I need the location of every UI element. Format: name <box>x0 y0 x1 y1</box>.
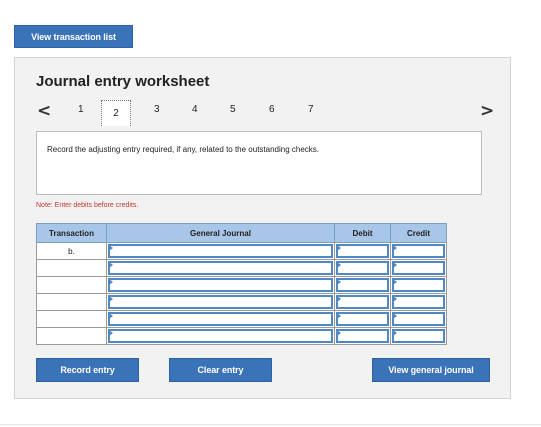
debit-input[interactable] <box>334 276 391 294</box>
dropdown-arrow-icon <box>109 245 113 251</box>
marker-icon <box>337 296 341 302</box>
transaction-cell: b. <box>36 242 107 260</box>
credit-input[interactable] <box>390 293 447 311</box>
debit-input[interactable] <box>334 242 391 260</box>
page-navigation: < 1 2 3 4 5 6 7 > <box>15 98 510 128</box>
instruction-box: Record the adjusting entry required, if … <box>36 131 482 195</box>
transaction-cell <box>36 293 107 311</box>
page-1[interactable]: 1 <box>78 104 84 115</box>
transaction-cell <box>36 259 107 277</box>
page-6[interactable]: 6 <box>269 104 275 115</box>
view-general-journal-button[interactable]: View general journal <box>372 358 490 382</box>
header-credit: Credit <box>390 223 447 243</box>
credit-input[interactable] <box>390 259 447 277</box>
debit-input[interactable] <box>334 327 391 345</box>
debit-input[interactable] <box>334 259 391 277</box>
marker-icon <box>337 330 341 336</box>
dropdown-arrow-icon <box>109 296 113 302</box>
record-entry-button[interactable]: Record entry <box>36 358 139 382</box>
page-3[interactable]: 3 <box>154 104 160 115</box>
transaction-cell <box>36 310 107 328</box>
page-2[interactable]: 2 <box>101 100 131 126</box>
marker-icon <box>337 279 341 285</box>
general-journal-input[interactable] <box>106 293 335 311</box>
marker-icon <box>337 313 341 319</box>
header-debit: Debit <box>334 223 391 243</box>
header-transaction: Transaction <box>36 223 107 243</box>
dropdown-arrow-icon <box>109 330 113 336</box>
credit-input[interactable] <box>390 242 447 260</box>
marker-icon <box>393 296 397 302</box>
journal-table: Transaction General Journal Debit Credit… <box>36 223 447 345</box>
marker-icon <box>393 262 397 268</box>
divider <box>0 424 541 425</box>
table-header-row: Transaction General Journal Debit Credit <box>36 223 447 243</box>
page-5[interactable]: 5 <box>230 104 236 115</box>
dropdown-arrow-icon <box>109 279 113 285</box>
table-row <box>36 327 447 345</box>
table-row <box>36 293 447 311</box>
general-journal-input[interactable] <box>106 242 335 260</box>
view-transaction-list-button[interactable]: View transaction list <box>14 25 133 48</box>
table-row <box>36 310 447 328</box>
clear-entry-button[interactable]: Clear entry <box>169 358 272 382</box>
debit-input[interactable] <box>334 293 391 311</box>
journal-entry-worksheet-panel: Journal entry worksheet < 1 2 3 4 5 6 7 … <box>14 57 511 399</box>
page-4[interactable]: 4 <box>192 104 198 115</box>
marker-icon <box>337 262 341 268</box>
worksheet-title: Journal entry worksheet <box>36 73 210 90</box>
marker-icon <box>337 245 341 251</box>
marker-icon <box>393 279 397 285</box>
instruction-text: Record the adjusting entry required, if … <box>47 145 320 154</box>
marker-icon <box>393 313 397 319</box>
general-journal-input[interactable] <box>106 327 335 345</box>
table-row <box>36 276 447 294</box>
transaction-cell <box>36 276 107 294</box>
dropdown-arrow-icon <box>109 313 113 319</box>
note-text: Note: Enter debits before credits. <box>36 202 139 209</box>
transaction-cell <box>36 327 107 345</box>
credit-input[interactable] <box>390 310 447 328</box>
chevron-left-icon[interactable]: < <box>37 101 51 121</box>
credit-input[interactable] <box>390 327 447 345</box>
table-row: b. <box>36 242 447 260</box>
debit-input[interactable] <box>334 310 391 328</box>
general-journal-input[interactable] <box>106 276 335 294</box>
general-journal-input[interactable] <box>106 310 335 328</box>
dropdown-arrow-icon <box>109 262 113 268</box>
marker-icon <box>393 330 397 336</box>
chevron-right-icon[interactable]: > <box>480 101 494 121</box>
credit-input[interactable] <box>390 276 447 294</box>
general-journal-input[interactable] <box>106 259 335 277</box>
header-general-journal: General Journal <box>106 223 335 243</box>
table-row <box>36 259 447 277</box>
page-7[interactable]: 7 <box>308 104 314 115</box>
marker-icon <box>393 245 397 251</box>
